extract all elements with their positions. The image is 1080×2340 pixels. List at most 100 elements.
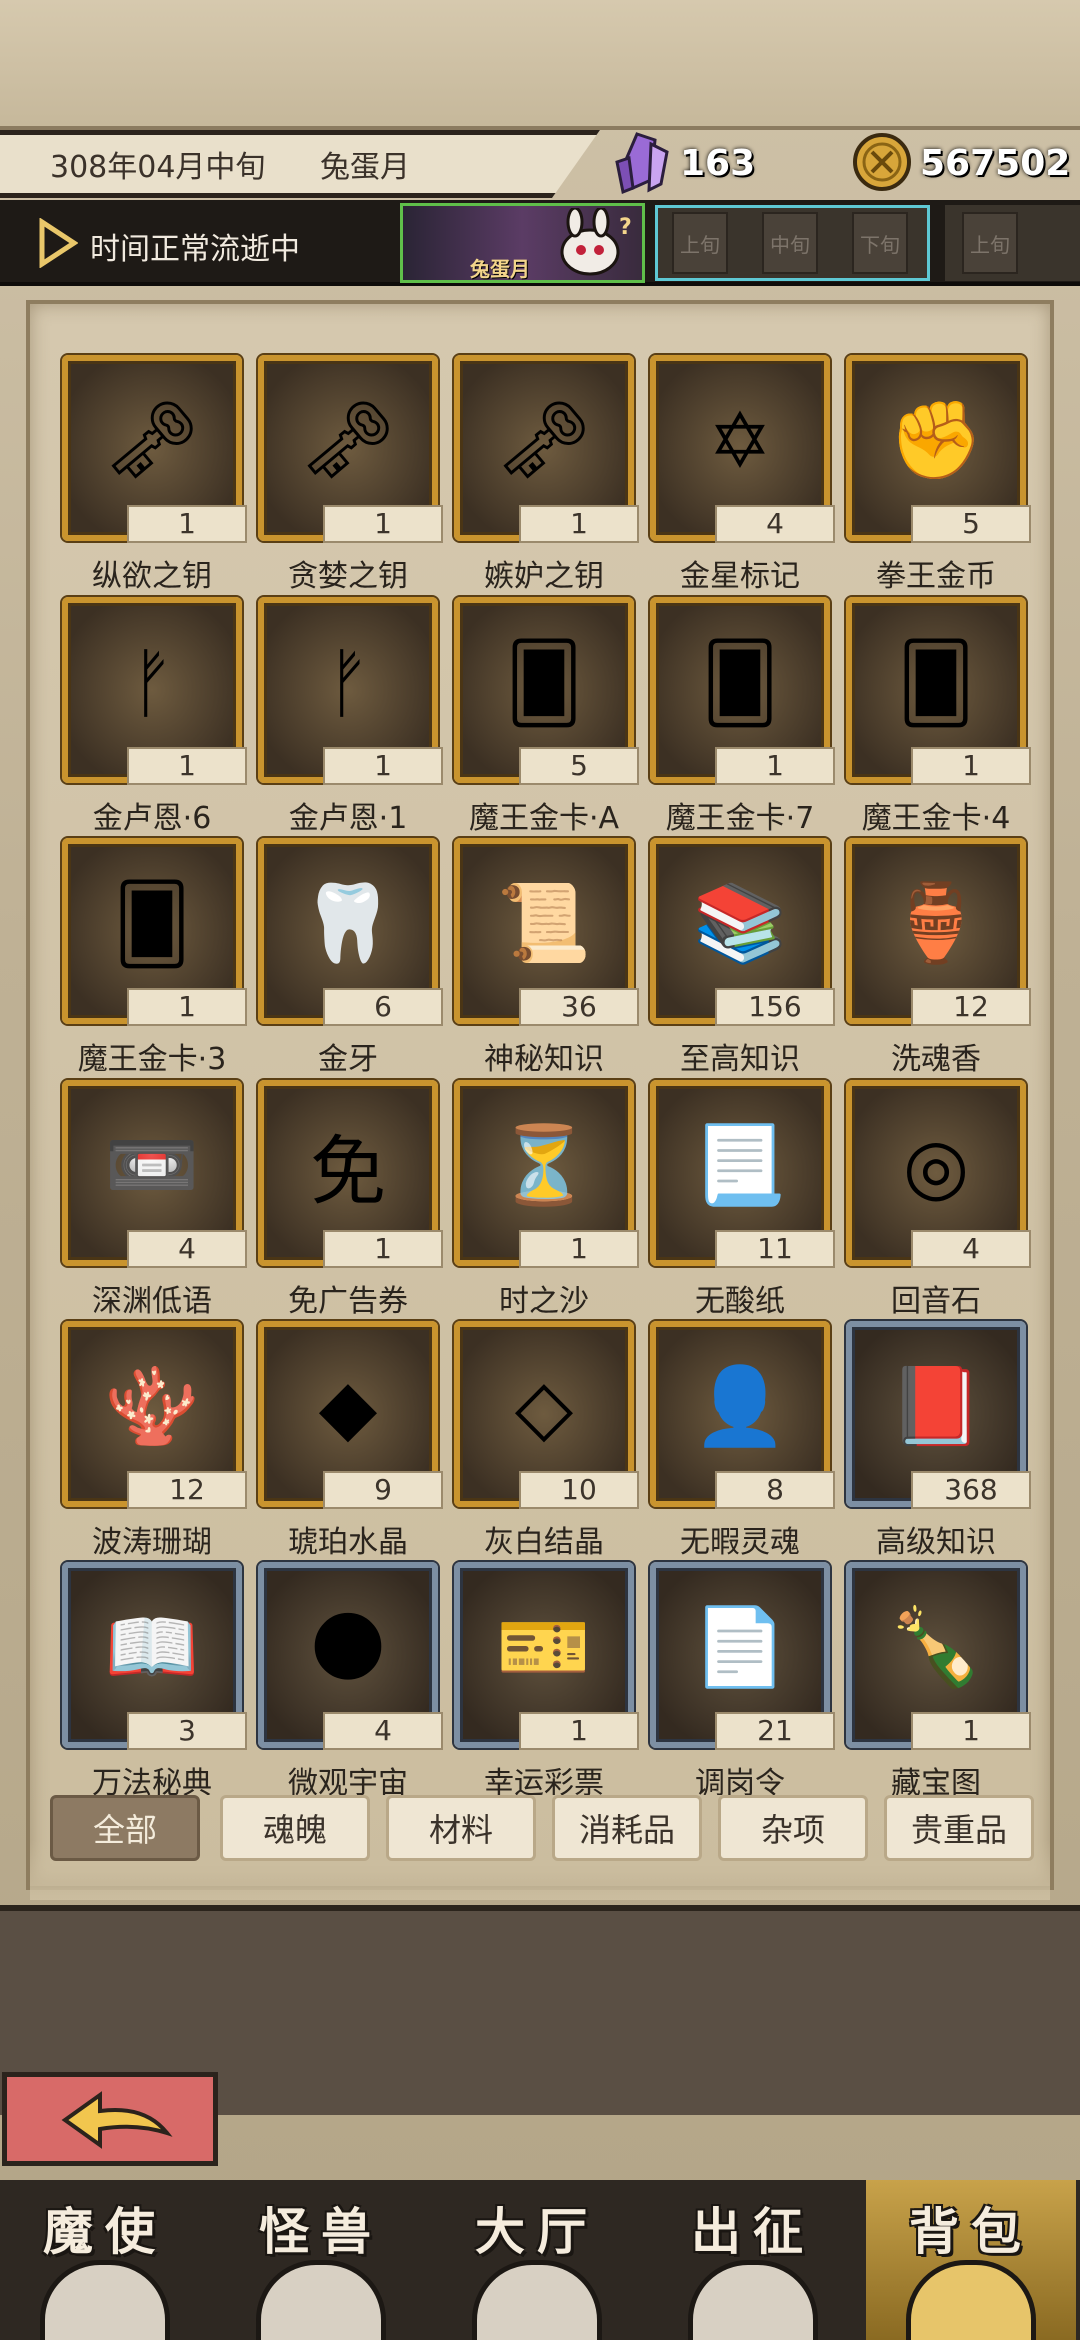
inventory-item[interactable]: ◎ 4 回音石	[841, 1080, 1031, 1320]
tab-valuables[interactable]: 贵重品	[884, 1795, 1034, 1861]
star-mark-icon: ✡	[708, 395, 772, 485]
inventory-item[interactable]: 🌑 4 微观宇宙	[253, 1562, 443, 1795]
warrior-icon	[688, 2260, 818, 2340]
item-count: 4	[715, 505, 835, 543]
item-name: 至高知识	[680, 1042, 800, 1077]
item-count: 156	[715, 988, 835, 1026]
echo-stone-icon: ◎	[902, 1120, 970, 1210]
item-count: 9	[323, 1471, 443, 1509]
fist-coin-icon: ✊	[888, 395, 984, 484]
nav-label: 背包	[909, 2203, 1033, 2261]
incense-icon: 🏺	[888, 878, 984, 967]
ticket-icon: 免	[310, 1127, 386, 1216]
item-count: 1	[911, 1712, 1031, 1750]
inventory-item[interactable]: 🪸 12 波涛珊瑚	[57, 1321, 247, 1561]
inventory-item[interactable]: 🗝 1 嫉妒之钥	[449, 355, 639, 595]
item-count: 1	[519, 1712, 639, 1750]
item-count: 1	[519, 1230, 639, 1268]
inventory-item[interactable]: 🗝 1 贪婪之钥	[253, 355, 443, 595]
filter-tabs: 全部 魂魄 材料 消耗品 杂项 贵重品	[40, 1795, 1040, 1865]
item-count: 8	[715, 1471, 835, 1509]
inventory-item[interactable]: 📃 11 无酸纸	[645, 1080, 835, 1320]
item-name: 金卢恩·1	[288, 801, 408, 836]
card-icon: 🂠	[897, 637, 975, 727]
inventory-item[interactable]: 🦷 6 金牙	[253, 838, 443, 1078]
tablet-icon: 📜	[496, 878, 592, 967]
item-name: 嫉妒之钥	[484, 559, 604, 594]
card-icon: 🂠	[505, 637, 583, 727]
inventory-item[interactable]: ᚠ 1 金卢恩·1	[253, 597, 443, 837]
inventory-item[interactable]: 🂠 1 魔王金卡·4	[841, 597, 1031, 837]
tab-all[interactable]: 全部	[50, 1795, 200, 1861]
inventory-item[interactable]: 🗝 1 纵欲之钥	[57, 355, 247, 595]
inventory-item[interactable]: 📄 21 调岗令	[645, 1562, 835, 1795]
inventory-item[interactable]: 📕 368 高级知识	[841, 1321, 1031, 1561]
amber-crystal-icon: ◆	[318, 1361, 378, 1451]
back-arrow-icon	[61, 2091, 173, 2149]
key-heart-icon: 🗝	[103, 395, 201, 484]
item-count: 4	[127, 1230, 247, 1268]
inventory-item[interactable]: ◇ 10 灰白结晶	[449, 1321, 639, 1561]
item-count: 1	[127, 505, 247, 543]
document-icon: 📄	[692, 1602, 788, 1691]
backpack-icon	[906, 2260, 1036, 2340]
item-name: 神秘知识	[484, 1042, 604, 1077]
item-count: 3	[127, 1712, 247, 1750]
inventory-item[interactable]: 🍾 1 藏宝图	[841, 1562, 1031, 1795]
nav-label: 魔使	[43, 2203, 167, 2261]
sand-icon: ⏳	[496, 1120, 592, 1209]
nav-backpack[interactable]: 背包	[866, 2180, 1076, 2340]
book-stack-icon: 📚	[692, 878, 788, 967]
item-name: 免广告券	[288, 1284, 408, 1319]
item-count: 11	[715, 1230, 835, 1268]
key-gem-icon: 🗝	[299, 395, 397, 484]
nav-envoy[interactable]: 魔使	[0, 2180, 210, 2340]
nav-label: 怪兽	[259, 2203, 383, 2261]
inventory-item[interactable]: ᚠ 1 金卢恩·6	[57, 597, 247, 837]
nav-monsters[interactable]: 怪兽	[216, 2180, 426, 2340]
inventory-item[interactable]: 🂠 1 魔王金卡·3	[57, 838, 247, 1078]
item-name: 洗魂香	[891, 1042, 981, 1077]
tab-consumables[interactable]: 消耗品	[552, 1795, 702, 1861]
item-count: 4	[911, 1230, 1031, 1268]
inventory-item[interactable]: 🎫 1 幸运彩票	[449, 1562, 639, 1795]
inventory-item[interactable]: 🏺 12 洗魂香	[841, 838, 1031, 1078]
item-name: 魔王金卡·A	[468, 801, 620, 836]
item-name: 高级知识	[876, 1525, 996, 1560]
inventory-item[interactable]: 免 1 免广告券	[253, 1080, 443, 1320]
hall-icon	[472, 2260, 602, 2340]
inventory-item[interactable]: ◆ 9 琥珀水晶	[253, 1321, 443, 1561]
item-name: 深渊低语	[92, 1284, 212, 1319]
item-count: 12	[911, 988, 1031, 1026]
tab-souls[interactable]: 魂魄	[220, 1795, 370, 1861]
inventory-item[interactable]: 🂠 1 魔王金卡·7	[645, 597, 835, 837]
item-name: 时之沙	[499, 1284, 589, 1319]
item-count: 4	[323, 1712, 443, 1750]
nav-expedition[interactable]: 出征	[648, 2180, 858, 2340]
inventory-item[interactable]: ✡ 4 金星标记	[645, 355, 835, 595]
inventory-item[interactable]: ⏳ 1 时之沙	[449, 1080, 639, 1320]
inventory-item[interactable]: 🂠 5 魔王金卡·A	[449, 597, 639, 837]
screen: 308年04月中旬 兔蛋月 163 567502 时间正常流逝中 兔蛋月 ? 上…	[0, 0, 1080, 2340]
nav-hall[interactable]: 大厅	[432, 2180, 642, 2340]
item-name: 琥珀水晶	[288, 1525, 408, 1560]
inventory-item[interactable]: 📜 36 神秘知识	[449, 838, 639, 1078]
item-count: 21	[715, 1712, 835, 1750]
nav-label: 大厅	[475, 2203, 599, 2261]
inventory-item[interactable]: 📖 3 万法秘典	[57, 1562, 247, 1795]
item-name: 波涛珊瑚	[92, 1525, 212, 1560]
tab-misc[interactable]: 杂项	[718, 1795, 868, 1861]
coral-icon: 🪸	[104, 1361, 200, 1450]
soul-icon: 👤	[692, 1361, 788, 1450]
item-name: 纵欲之钥	[92, 559, 212, 594]
inventory-item[interactable]: 👤 8 无暇灵魂	[645, 1321, 835, 1561]
inventory-item[interactable]: 📚 156 至高知识	[645, 838, 835, 1078]
item-count: 1	[323, 747, 443, 785]
monster-icon	[256, 2260, 386, 2340]
inventory-item[interactable]: 📼 4 深渊低语	[57, 1080, 247, 1320]
item-count: 368	[911, 1471, 1031, 1509]
tab-materials[interactable]: 材料	[386, 1795, 536, 1861]
spellbook-icon: 📖	[104, 1602, 200, 1691]
inventory-item[interactable]: ✊ 5 拳王金币	[841, 355, 1031, 595]
item-count: 10	[519, 1471, 639, 1509]
